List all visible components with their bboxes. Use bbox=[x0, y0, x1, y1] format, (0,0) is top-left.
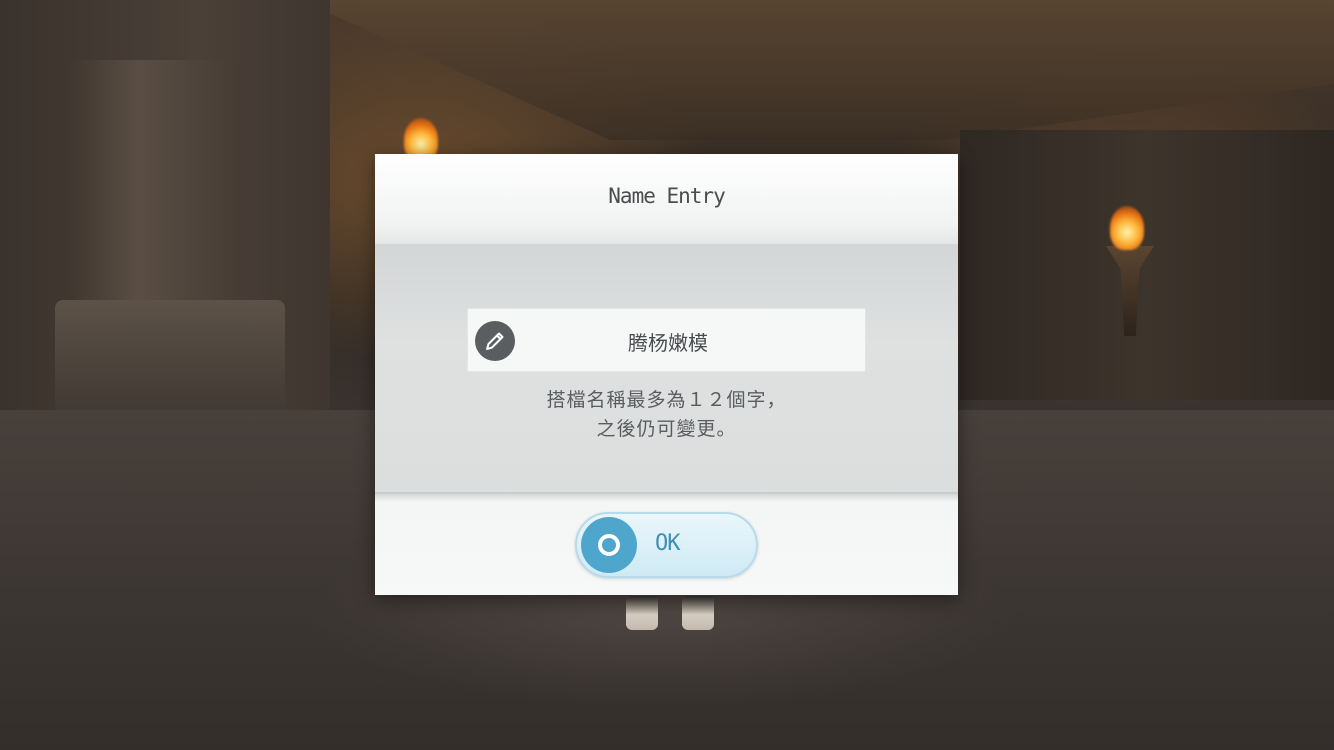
dialog-header: Name Entry bbox=[375, 154, 958, 244]
right-foot bbox=[682, 596, 714, 630]
circle-ring bbox=[598, 534, 620, 556]
left-foot bbox=[626, 596, 658, 630]
player-character-feet bbox=[622, 596, 722, 632]
dungeon-ceiling bbox=[300, 0, 1334, 140]
hint-line-2: 之後仍可變更。 bbox=[596, 418, 737, 440]
hint-line-1: 搭檔名稱最多為１２個字， bbox=[546, 389, 787, 411]
name-hint-text: 搭檔名稱最多為１２個字， 之後仍可變更。 bbox=[375, 386, 958, 444]
circle-button-icon bbox=[581, 517, 637, 573]
name-entry-dialog: Name Entry 腾杨嫩模 搭檔名稱最多為１２個字， 之後仍可變更。 OK bbox=[375, 154, 958, 595]
right-wall bbox=[960, 130, 1334, 400]
pencil-icon bbox=[475, 321, 515, 361]
torch-flame-right bbox=[1110, 206, 1144, 250]
name-input-field[interactable]: 腾杨嫩模 bbox=[467, 308, 866, 372]
ok-button[interactable]: OK bbox=[575, 512, 758, 578]
name-value: 腾杨嫩模 bbox=[628, 331, 708, 355]
ok-label: OK bbox=[655, 531, 680, 556]
dialog-title: Name Entry bbox=[608, 184, 725, 208]
